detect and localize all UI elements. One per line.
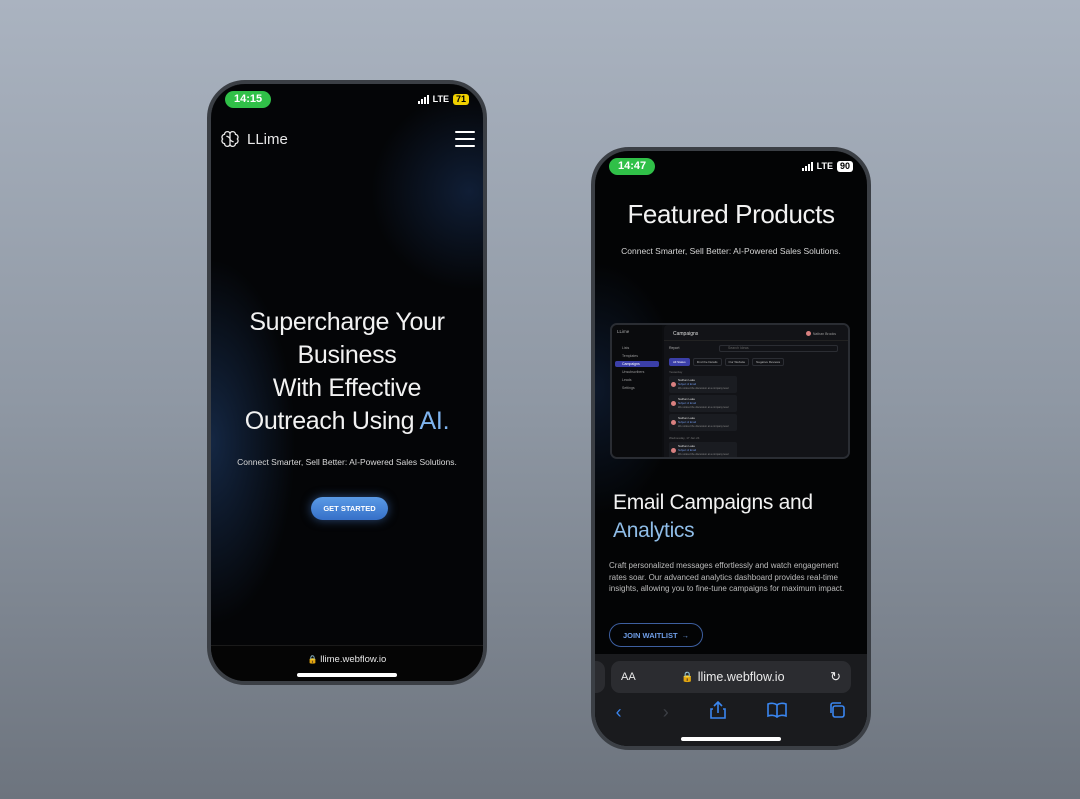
hero-line: Supercharge Your — [249, 308, 445, 336]
join-waitlist-button[interactable]: JOIN WAITLIST → — [609, 623, 703, 647]
hero-subtitle: Connect Smarter, Sell Better: AI-Powered… — [237, 457, 457, 467]
nav-bar: LLime — [219, 128, 475, 150]
brand-name: LLime — [247, 130, 288, 148]
dashboard-nav-templates: Templates — [622, 354, 638, 358]
brain-icon — [221, 131, 239, 147]
dashboard-main: Campaigns Nathan Brooks Report Search Id… — [664, 325, 848, 457]
arrow-right-icon: → — [681, 630, 690, 640]
signal-icon — [417, 94, 429, 104]
status-indicators: LTE 90 — [801, 160, 853, 172]
tabs-icon[interactable] — [828, 701, 846, 724]
section-title-accent: Analytics — [613, 519, 695, 542]
get-started-button[interactable]: GET STARTED — [311, 497, 388, 520]
dashboard-sidebar: LLime Lists Templates Campaigns Unsubscr… — [612, 325, 662, 457]
status-bar: 14:47 LTE 90 — [609, 157, 853, 175]
hero-line-prefix: Outreach Using — [244, 407, 420, 435]
dashboard-card: Nathan Lake Subject of Email We noticed th… — [669, 442, 737, 457]
dashboard-nav-settings: Settings — [622, 386, 635, 390]
dashboard-search: Search Ideas — [719, 345, 838, 352]
hero-line: With Effective — [272, 374, 422, 402]
signal-icon — [801, 161, 813, 171]
section-title: Email Campaigns and Analytics — [613, 489, 813, 545]
dashboard-user-name: Nathan Brooks — [812, 331, 836, 336]
menu-icon[interactable] — [455, 131, 475, 147]
filter-chip: Negative Reviews — [752, 358, 785, 366]
brand-logo[interactable]: LLime — [219, 128, 288, 150]
section-body: Craft personalized messages effortlessly… — [609, 561, 845, 593]
forward-icon[interactable]: › — [663, 702, 669, 723]
page-title: Featured Products — [627, 199, 835, 229]
dashboard-select: Report — [669, 346, 680, 350]
dashboard-header: Campaigns — [673, 331, 699, 337]
page-subtitle: Connect Smarter, Sell Better: AI-Powered… — [621, 246, 841, 256]
dashboard-card: Nathan Lake Subject of Email We noticed th… — [669, 414, 737, 431]
dashboard-nav-campaigns: Campaigns — [615, 361, 659, 367]
hero-line: Outreach Using AI. — [211, 405, 483, 438]
join-waitlist-label: JOIN WAITLIST — [622, 630, 678, 640]
url-display[interactable]: 🔒 llime.webflow.io — [211, 654, 483, 665]
url-text: llime.webflow.io — [320, 654, 387, 665]
dashboard-user: Nathan Brooks — [805, 331, 836, 336]
status-indicators: LTE 71 — [417, 93, 469, 105]
share-icon[interactable] — [710, 700, 726, 724]
battery-icon: 71 — [452, 93, 469, 105]
url-text: llime.webflow.io — [697, 670, 785, 684]
dashboard-filters: All Status Find the Details Our Website … — [669, 358, 785, 366]
right-screen: 14:47 LTE 90 Featured Products Connect S… — [595, 151, 867, 746]
reload-icon[interactable]: ↻ — [830, 669, 841, 685]
hero-title: Supercharge Your Business With Effective… — [211, 306, 483, 438]
dashboard-section-label: Wednesday, 17 Jan 24 — [669, 436, 700, 440]
hero-line: Business — [297, 341, 397, 369]
lock-icon: 🔒 — [681, 671, 694, 683]
phone-right: 14:47 LTE 90 Featured Products Connect S… — [591, 147, 871, 750]
home-indicator[interactable] — [681, 737, 781, 741]
phone-left: 14:15 LTE 71 LLime Supercharge Your Busi… — [207, 80, 487, 685]
dashboard-section-label: Yesterday — [669, 370, 683, 374]
dashboard-card: Nathan Lake Subject of Email We noticed th… — [669, 395, 737, 412]
bookmarks-icon[interactable] — [767, 702, 787, 723]
back-icon[interactable]: ‹ — [616, 702, 622, 723]
avatar — [805, 331, 811, 336]
left-screen: 14:15 LTE 71 LLime Supercharge Your Busi… — [211, 84, 483, 681]
status-bar: 14:15 LTE 71 — [225, 90, 469, 108]
browser-address-bar: 🔒 llime.webflow.io — [211, 645, 483, 681]
dashboard-nav-leads: Leads — [622, 378, 632, 382]
safari-toolbar: AA 🔒 llime.webflow.io ↻ ‹ › — [595, 654, 867, 746]
status-time: 14:15 — [225, 90, 272, 108]
dashboard-preview: LLime Lists Templates Campaigns Unsubscr… — [610, 323, 850, 459]
divider — [664, 340, 848, 341]
filter-chip: Our Website — [724, 358, 750, 366]
url-display[interactable]: 🔒 llime.webflow.io — [681, 670, 784, 684]
dashboard-nav-lists: Lists — [622, 346, 630, 350]
network-label: LTE — [816, 161, 833, 171]
lock-icon: 🔒 — [307, 655, 318, 664]
filter-chip: Find the Details — [692, 358, 722, 366]
battery-icon: 90 — [836, 160, 853, 172]
filter-chip: All Status — [669, 358, 690, 366]
dashboard-logo: LLime — [617, 329, 630, 334]
text-size-button[interactable]: AA — [621, 671, 636, 683]
network-label: LTE — [432, 94, 449, 104]
hero-accent: AI. — [419, 407, 450, 435]
status-time: 14:47 — [609, 157, 656, 175]
dashboard-card: Nathan Lake Subject of Email We noticed th… — [669, 376, 737, 393]
section-title-line: Email Campaigns and — [613, 491, 813, 514]
browser-nav-buttons: ‹ › — [595, 700, 867, 724]
dashboard-nav-unsubscribers: Unsubscribers — [622, 370, 645, 374]
home-indicator[interactable] — [297, 673, 397, 677]
address-bar[interactable]: AA 🔒 llime.webflow.io ↻ — [611, 661, 851, 693]
previous-tab-stub[interactable] — [595, 661, 605, 693]
